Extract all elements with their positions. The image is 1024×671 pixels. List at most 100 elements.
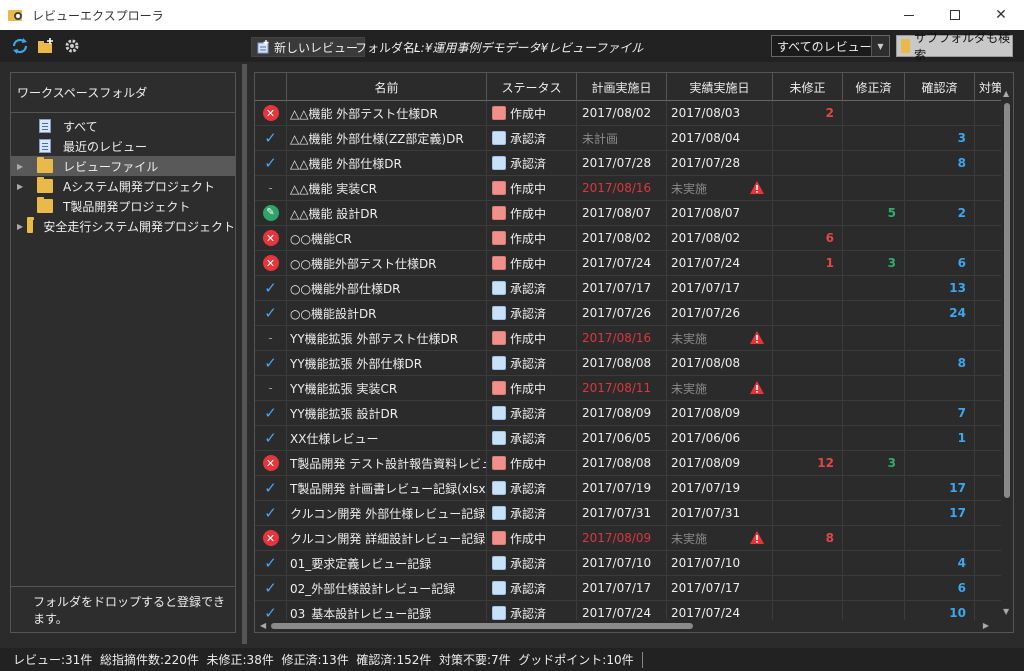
table-row[interactable]: ✕ △△機能 外部テスト仕様DR 作成中 2017/08/02 2017/08/03 2 <box>255 101 1003 126</box>
dash-icon: - <box>268 331 273 345</box>
row-state-cell: ✓ <box>255 351 287 375</box>
column-header-actual-date[interactable]: 実績実施日 <box>667 73 773 101</box>
column-header-name[interactable]: 名前 <box>287 73 487 101</box>
unfixed-count: 8 <box>773 526 843 550</box>
countermeasure-cell <box>975 301 999 325</box>
vertical-scrollbar[interactable]: ▲ ▼ <box>1001 73 1013 632</box>
add-folder-icon <box>38 38 53 53</box>
expand-arrow-icon[interactable]: ▶ <box>17 222 25 231</box>
horizontal-scroll-thumb[interactable] <box>271 623 693 629</box>
review-filter-select[interactable]: すべてのレビュー ▼ <box>771 35 890 57</box>
countermeasure-cell <box>975 176 999 200</box>
table-row[interactable]: ✓ XX仕様レビュー 承認済 2017/06/05 2017/06/06 1 <box>255 426 1003 451</box>
actual-date: 2017/07/31 <box>671 506 741 520</box>
check-icon: ✓ <box>264 353 277 372</box>
table-row[interactable]: ✓ YY機能拡張 外部仕様DR 承認済 2017/08/08 2017/08/08 8 <box>255 351 1003 376</box>
status-swatch-icon <box>492 456 506 470</box>
countermeasure-cell <box>975 226 999 250</box>
table-row[interactable]: ✓ ○○機能外部仕様DR 承認済 2017/07/17 2017/07/17 13 <box>255 276 1003 301</box>
column-header-unfixed[interactable]: 未修正 <box>773 73 843 101</box>
vertical-scroll-thumb[interactable] <box>1004 103 1010 498</box>
close-button[interactable]: ✕ <box>978 0 1024 30</box>
fixed-count: 3 <box>843 451 905 475</box>
table-row[interactable]: - YY機能拡張 実装CR 作成中 2017/08/11 未実施 <box>255 376 1003 401</box>
tree-item[interactable]: すべて <box>11 116 235 136</box>
fixed-count <box>843 101 905 125</box>
unfixed-count <box>773 476 843 500</box>
workspace-folder-panel: ワークスペースフォルダ すべて 最近のレビュー ▶ レビューファイル ▶ Aシステム開発プ… <box>10 72 236 633</box>
expand-arrow-icon[interactable]: ▶ <box>17 182 35 191</box>
title-bar: レビューエクスプローラ ✕ <box>0 0 1024 30</box>
table-row[interactable]: - YY機能拡張 外部テスト仕様DR 作成中 2017/08/16 未実施 <box>255 326 1003 351</box>
check-icon: ✓ <box>264 428 277 447</box>
table-row[interactable]: ✓ T製品開発 計画書レビュー記録(xlsxデ 承認済 2017/07/19 2017/… <box>255 476 1003 501</box>
status-swatch-icon <box>492 406 506 420</box>
row-state-cell: ✓ <box>255 276 287 300</box>
expand-arrow-icon[interactable]: ▶ <box>17 162 35 171</box>
tree-item[interactable]: T製品開発プロジェクト <box>11 196 235 216</box>
fixed-count <box>843 551 905 575</box>
fixed-count <box>843 476 905 500</box>
maximize-button[interactable] <box>932 0 978 30</box>
column-header-countermeasure[interactable]: 対策 <box>975 73 1003 101</box>
new-review-button[interactable]: 新しいレビュー <box>251 37 366 57</box>
scroll-left-icon[interactable]: ◀ <box>260 621 266 630</box>
table-row[interactable]: ✓ △△機能 外部仕様(ZZ部定義)DR 承認済 未計画 2017/08/04 3 <box>255 126 1003 151</box>
table-row[interactable]: ✕ ○○機能外部テスト仕様DR 作成中 2017/07/24 2017/07/24 1 3 6 <box>255 251 1003 276</box>
column-header-confirmed[interactable]: 確認済 <box>905 73 975 101</box>
minimize-button[interactable] <box>886 0 932 30</box>
row-state-cell: ✎ <box>255 201 287 225</box>
status-swatch-icon <box>492 481 506 495</box>
table-row[interactable]: ✓ 02_外部仕様設計レビュー記録 承認済 2017/07/17 2017/07/17 6 <box>255 576 1003 601</box>
fixed-count <box>843 126 905 150</box>
unfixed-count <box>773 276 843 300</box>
confirmed-count: 8 <box>905 151 975 175</box>
status-label: 作成中 <box>510 531 547 546</box>
table-row[interactable]: ✕ T製品開発 テスト設計報告資料レビュー 作成中 2017/08/08 2017/08… <box>255 451 1003 476</box>
row-state-cell: - <box>255 326 287 350</box>
actual-date-cell: 2017/07/17 <box>667 576 773 600</box>
tree-item-label: 安全走行システム開発プロジェクト <box>43 219 235 234</box>
add-folder-button[interactable] <box>36 36 56 56</box>
scroll-down-icon[interactable]: ▼ <box>1003 607 1009 616</box>
table-row[interactable]: ✓ YY機能拡張 設計DR 承認済 2017/08/09 2017/08/09 7 <box>255 401 1003 426</box>
subfolder-search-label: サブフォルダも検索 <box>914 31 1011 62</box>
review-name: △△機能 設計DR <box>287 201 487 225</box>
confirmed-count <box>905 176 975 200</box>
status-label: 作成中 <box>510 256 547 271</box>
status-cell: 承認済 <box>487 276 577 300</box>
tree-item[interactable]: ▶ 安全走行システム開発プロジェクト <box>11 216 235 236</box>
table-row[interactable]: ✓ ○○機能設計DR 承認済 2017/07/26 2017/07/26 24 <box>255 301 1003 326</box>
status-label: 承認済 <box>510 281 547 296</box>
column-header-icon[interactable] <box>255 73 287 101</box>
tree-item[interactable]: ▶ Aシステム開発プロジェクト <box>11 176 235 196</box>
column-header-status[interactable]: ステータス <box>487 73 577 101</box>
table-row[interactable]: ✓ 01_要求定義レビュー記録 承認済 2017/07/10 2017/07/10 4 <box>255 551 1003 576</box>
panel-splitter[interactable] <box>242 64 247 644</box>
table-row[interactable]: - △△機能 実装CR 作成中 2017/08/16 未実施 <box>255 176 1003 201</box>
row-state-cell: ✓ <box>255 301 287 325</box>
table-row[interactable]: ✓ △△機能 外部仕様DR 承認済 2017/07/28 2017/07/28 8 <box>255 151 1003 176</box>
scroll-right-icon[interactable]: ▶ <box>983 621 989 630</box>
column-header-plan-date[interactable]: 計画実施日 <box>577 73 667 101</box>
table-row[interactable]: ✕ クルコン開発 詳細設計レビュー記録 作成中 2017/08/09 未実施 8 <box>255 526 1003 551</box>
tree-item[interactable]: 最近のレビュー <box>11 136 235 156</box>
confirmed-count: 6 <box>905 576 975 600</box>
tree-item[interactable]: ▶ レビューファイル <box>11 156 235 176</box>
plan-date: 2017/08/16 <box>577 176 667 200</box>
actual-date: 未実施 <box>671 181 708 196</box>
status-cell: 作成中 <box>487 226 577 250</box>
warning-icon <box>750 381 764 394</box>
refresh-button[interactable] <box>10 36 30 56</box>
table-row[interactable]: ✓ クルコン開発 外部仕様レビュー記録 承認済 2017/07/31 2017/07/3… <box>255 501 1003 526</box>
scroll-up-icon[interactable]: ▲ <box>1003 89 1009 98</box>
table-row[interactable]: ✎ △△機能 設計DR 作成中 2017/08/07 2017/08/07 5 2 <box>255 201 1003 226</box>
subfolder-search-toggle[interactable]: サブフォルダも検索 <box>896 31 1013 62</box>
settings-button[interactable] <box>62 36 82 56</box>
actual-date-cell: 2017/08/09 <box>667 401 773 425</box>
table-row[interactable]: ✕ ○○機能CR 作成中 2017/08/02 2017/08/02 6 <box>255 226 1003 251</box>
status-swatch-icon <box>492 506 506 520</box>
status-cell: 承認済 <box>487 126 577 150</box>
horizontal-scrollbar[interactable]: ◀ ▶ <box>255 620 1003 632</box>
column-header-fixed[interactable]: 修正済 <box>843 73 905 101</box>
